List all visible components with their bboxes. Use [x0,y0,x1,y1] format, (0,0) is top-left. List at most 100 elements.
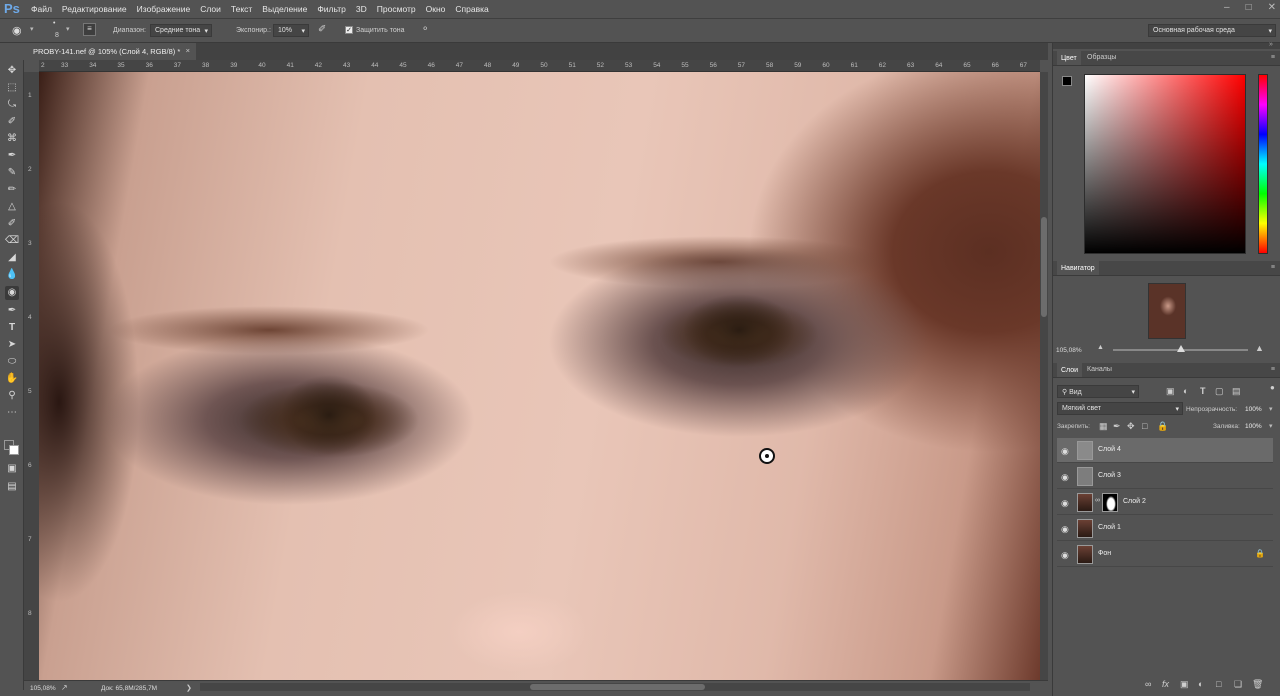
filter-smart-object-icon[interactable]: ▤ [1232,386,1241,397]
more-tools-icon[interactable]: ⋯ [5,406,19,420]
filter-adjustment-icon[interactable]: ◐ [1183,386,1188,396]
quick-select-tool-icon[interactable]: ✐ [5,115,19,129]
menu-help[interactable]: Справка [455,4,488,14]
lock-all-icon[interactable]: 🔒 [1157,421,1168,432]
healing-brush-tool-icon[interactable]: ✎ [5,166,19,180]
menu-edit[interactable]: Редактирование [62,4,127,14]
tab-layers[interactable]: Слои [1057,363,1083,377]
filter-shape-icon[interactable]: ▢ [1215,386,1224,397]
history-brush-tool-icon[interactable]: ✐ [5,217,19,231]
screen-mode-icon[interactable]: ▤ [5,480,19,494]
menu-type[interactable]: Текст [231,4,252,14]
layer-filter-select[interactable]: ⚲ Вид ▾ [1057,385,1139,398]
tool-preset-chevron-icon[interactable]: ▾ [30,25,34,33]
lasso-tool-icon[interactable]: ⤿ [5,98,19,112]
menu-select[interactable]: Выделение [262,4,307,14]
layers-panel-menu-icon[interactable]: ≡ [1271,366,1275,373]
menu-filter[interactable]: Фильтр [317,4,346,14]
tab-swatches[interactable]: Образцы [1087,54,1116,61]
close-icon[interactable]: ✕ [1268,2,1276,13]
new-layer-icon[interactable]: ❏ [1234,679,1242,690]
brush-dot-icon[interactable]: • [53,20,55,27]
minimize-icon[interactable]: – [1224,2,1230,13]
protect-tones-checkbox[interactable]: ✓ [345,26,353,34]
navigator-menu-icon[interactable]: ≡ [1271,264,1275,271]
sponge-tool-icon[interactable]: ◉ [5,286,19,300]
workspace-select[interactable]: Основная рабочая среда ▾ [1148,24,1276,37]
blur-tool-icon[interactable]: 💧 [5,268,19,282]
maximize-icon[interactable]: □ [1246,2,1252,13]
menu-image[interactable]: Изображение [137,4,191,14]
canvas-image[interactable] [39,72,1040,680]
lock-position-icon[interactable]: ✥ [1127,421,1135,432]
vertical-scrollbar[interactable] [1040,72,1048,680]
path-select-tool-icon[interactable]: ➤ [5,338,19,352]
document-tab[interactable]: PROBY-141.nef @ 105% (Слой 4, RGB/8) * × [24,43,196,60]
filter-pixel-icon[interactable]: ▣ [1166,386,1175,397]
delete-layer-icon[interactable]: 🗑 [1252,679,1263,690]
visibility-eye-icon[interactable]: ◉ [1061,498,1069,509]
fill-value[interactable]: 100% [1245,423,1262,430]
zoom-tool-icon[interactable]: ⚲ [5,389,19,403]
layer-row[interactable]: ◉ Слой 1 [1057,516,1273,541]
menu-window[interactable]: Окно [426,4,446,14]
pen-tool-icon[interactable]: ✒ [5,304,19,318]
adjustment-layer-icon[interactable]: ◐ [1198,679,1203,689]
collapse-panels-icon[interactable]: » [1269,41,1273,48]
lock-pixels-icon[interactable]: ✒ [1113,421,1121,432]
horizontal-scroll-thumb[interactable] [530,684,705,690]
eraser-tool-icon[interactable]: ⌫ [5,234,19,248]
move-tool-icon[interactable]: ✥ [5,64,19,78]
layer-row[interactable]: ◉ Слой 3 [1057,464,1273,489]
menu-3d[interactable]: 3D [356,4,367,14]
zoom-in-icon[interactable]: ▲ [1255,343,1264,353]
menu-file[interactable]: Файл [31,4,52,14]
crop-tool-icon[interactable]: ⌘ [5,132,19,146]
status-arrow-icon[interactable]: ❯ [186,684,192,692]
fg-color-swatch[interactable] [1062,76,1072,86]
brush-tool-icon[interactable]: ✏ [5,183,19,197]
tab-color[interactable]: Цвет [1057,51,1081,65]
type-tool-icon[interactable]: T [5,321,19,335]
lock-artboard-icon[interactable]: □ [1142,421,1147,431]
clone-stamp-tool-icon[interactable]: △ [5,200,19,214]
layer-name[interactable]: Слой 3 [1098,472,1121,479]
brush-chevron-icon[interactable]: ▾ [66,25,70,33]
airbrush-icon[interactable]: ✐ [318,24,326,35]
marquee-tool-icon[interactable]: ⬚ [5,81,19,95]
horizontal-scrollbar[interactable] [200,683,1030,691]
color-panel-menu-icon[interactable]: ≡ [1271,54,1275,61]
vertical-scroll-thumb[interactable] [1041,217,1047,317]
layer-row[interactable]: ◉ Фон 🔒 [1057,542,1273,567]
hand-tool-icon[interactable]: ✋ [5,372,19,386]
link-layers-icon[interactable]: ∞ [1145,679,1151,689]
tab-channels[interactable]: Каналы [1087,366,1112,373]
navigator-zoom[interactable]: 105,08% [1056,347,1082,354]
range-select[interactable]: Средние тона ▾ [150,24,212,37]
layer-style-icon[interactable]: fx [1162,679,1169,689]
menu-view[interactable]: Просмотр [377,4,416,14]
hue-slider[interactable] [1258,74,1268,254]
visibility-eye-icon[interactable]: ◉ [1061,550,1069,561]
navigator-thumbnail[interactable] [1148,283,1186,339]
brush-panel-icon[interactable]: ≡ [83,23,96,36]
layer-name[interactable]: Фон [1098,550,1111,557]
opacity-value[interactable]: 100% [1245,406,1262,413]
quick-mask-icon[interactable]: ▣ [5,462,19,476]
tab-close-icon[interactable]: × [186,46,190,55]
zoom-out-icon[interactable]: ▲ [1097,344,1104,351]
zoom-slider-handle[interactable] [1177,345,1185,352]
mask-link-icon[interactable]: ∞ [1095,497,1100,504]
filter-type-icon[interactable]: T [1200,386,1206,396]
export-icon[interactable]: ↗ [61,683,68,692]
navigator-title[interactable]: Навигатор [1057,261,1099,275]
pressure-size-icon[interactable]: ⚬ [421,24,429,35]
color-picker-field[interactable] [1084,74,1246,254]
sponge-tool-icon[interactable]: ◉ [12,24,22,37]
layer-mask-thumbnail[interactable] [1102,493,1118,512]
eyedropper-tool-icon[interactable]: ✒ [5,149,19,163]
layer-name[interactable]: Слой 1 [1098,524,1121,531]
shape-tool-icon[interactable]: ⬭ [5,355,19,369]
lock-transparent-icon[interactable]: ▦ [1099,421,1108,432]
menu-layers[interactable]: Слои [200,4,221,14]
